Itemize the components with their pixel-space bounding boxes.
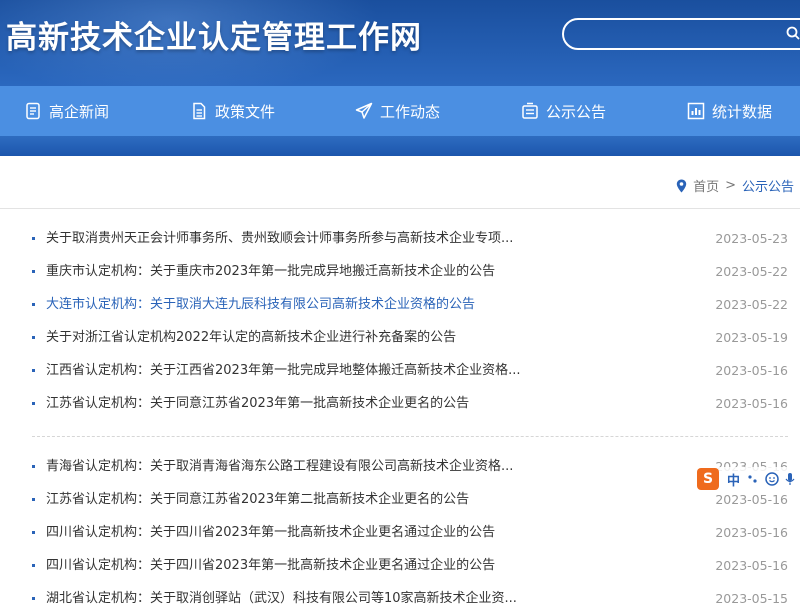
notice-date: 2023-05-22 [715,297,788,312]
notice-date: 2023-05-22 [715,264,788,279]
bullet [32,498,35,501]
notice-date: 2023-05-15 [715,591,788,606]
list-item[interactable]: 大连市认定机构：关于取消大连九辰科技有限公司高新技术企业资格的公告 2023-05… [32,288,788,321]
list-item[interactable]: 江苏省认定机构：关于同意江苏省2023年第二批高新技术企业更名的公告 2023-0… [32,483,788,516]
list-item[interactable]: 关于对浙江省认定机构2022年认定的高新技术企业进行补充备案的公告 2023-05… [32,321,788,354]
notice-date: 2023-05-16 [715,396,788,411]
notice-list-group-1: 关于取消贵州天正会计师事务所、贵州致顺会计师事务所参与高新技术企业专项... 20… [32,222,788,420]
notice-board-icon [522,102,538,119]
notice-date: 2023-05-23 [715,231,788,246]
site-header: 高新技术企业认定管理工作网 [0,0,800,86]
bullet [32,237,35,240]
notice-title[interactable]: 关于对浙江省认定机构2022年认定的高新技术企业进行补充备案的公告 [46,321,456,354]
file-list-icon [193,102,206,120]
notice-title[interactable]: 四川省认定机构：关于四川省2023年第一批高新技术企业更名通过企业的公告 [46,516,495,549]
notice-title[interactable]: 四川省认定机构：关于四川省2023年第一批高新技术企业更名通过企业的公告 [46,549,495,582]
bullet [32,270,35,273]
list-item[interactable]: 江苏省认定机构：关于同意江苏省2023年第一批高新技术企业更名的公告 2023-0… [32,387,788,420]
breadcrumb-separator: > [725,178,736,193]
notice-title[interactable]: 湖北省认定机构：关于取消创驿站（武汉）科技有限公司等10家高新技术企业资... [46,582,517,615]
notice-list-group-2: 青海省认定机构：关于取消青海省海东公路工程建设有限公司高新技术企业资格... 20… [32,450,788,615]
bar-chart-icon [687,102,705,120]
bullet [32,303,35,306]
emoji-icon[interactable] [765,472,779,486]
main-nav: 高企新闻 政策文件 工作动态 公示公告 统计数据 [0,86,800,136]
nav-item-work-updates[interactable]: 工作动态 [355,86,440,136]
notice-date: 2023-05-16 [715,558,788,573]
header-strip [0,136,800,156]
ime-mode-toggle[interactable]: 中 [727,470,740,489]
search-input[interactable] [578,24,782,46]
site-title[interactable]: 高新技术企业认定管理工作网 [6,12,422,57]
search-box[interactable] [562,18,800,50]
notice-title[interactable]: 江西省认定机构：关于江西省2023年第一批完成异地整体搬迁高新技术企业资格... [46,354,520,387]
breadcrumb-current[interactable]: 公示公告 [742,176,794,195]
ime-logo-icon[interactable]: S [697,468,719,490]
list-item[interactable]: 重庆市认定机构：关于重庆市2023年第一批完成异地搬迁高新技术企业的公告 2023… [32,255,788,288]
notice-title[interactable]: 青海省认定机构：关于取消青海省海东公路工程建设有限公司高新技术企业资格... [46,450,513,483]
notice-title[interactable]: 重庆市认定机构：关于重庆市2023年第一批完成异地搬迁高新技术企业的公告 [46,255,495,288]
notice-title[interactable]: 大连市认定机构：关于取消大连九辰科技有限公司高新技术企业资格的公告 [46,288,475,321]
notice-date: 2023-05-19 [715,330,788,345]
nav-label: 统计数据 [712,102,773,121]
nav-label: 政策文件 [215,102,276,121]
content-divider [0,208,800,209]
breadcrumb-home[interactable]: 首页 [693,176,719,195]
bullet [32,369,35,372]
notice-date: 2023-05-16 [715,363,788,378]
group-divider [32,436,788,437]
nav-label: 工作动态 [380,102,441,121]
bullet [32,336,35,339]
list-item[interactable]: 四川省认定机构：关于四川省2023年第一批高新技术企业更名通过企业的公告 2023… [32,516,788,549]
nav-item-policy[interactable]: 政策文件 [190,86,275,136]
nav-item-news[interactable]: 高企新闻 [24,86,109,136]
notice-title[interactable]: 江苏省认定机构：关于同意江苏省2023年第二批高新技术企业更名的公告 [46,483,469,516]
list-item[interactable]: 江西省认定机构：关于江西省2023年第一批完成异地整体搬迁高新技术企业资格...… [32,354,788,387]
list-item[interactable]: 关于取消贵州天正会计师事务所、贵州致顺会计师事务所参与高新技术企业专项... 20… [32,222,788,255]
paper-plane-icon [355,102,373,119]
notice-date: 2023-05-16 [715,525,788,540]
document-icon [26,102,40,120]
list-item[interactable]: 湖北省认定机构：关于取消创驿站（武汉）科技有限公司等10家高新技术企业资... 2… [32,582,788,615]
microphone-icon[interactable] [785,472,795,486]
notice-title[interactable]: 关于取消贵州天正会计师事务所、贵州致顺会计师事务所参与高新技术企业专项... [46,222,513,255]
bullet [32,564,35,567]
location-pin-icon [676,179,687,192]
bullet [32,465,35,468]
bullet [32,597,35,600]
nav-item-announcements[interactable]: 公示公告 [521,86,606,136]
bullet [32,402,35,405]
nav-label: 公示公告 [546,102,607,121]
search-icon[interactable] [786,26,800,40]
bullet [32,531,35,534]
punctuation-icon[interactable] [747,473,759,485]
notice-title[interactable]: 江苏省认定机构：关于同意江苏省2023年第一批高新技术企业更名的公告 [46,387,469,420]
nav-label: 高企新闻 [49,102,110,121]
ime-toolbar[interactable]: S 中 [697,467,800,491]
list-item[interactable]: 四川省认定机构：关于四川省2023年第一批高新技术企业更名通过企业的公告 2023… [32,549,788,582]
nav-item-statistics[interactable]: 统计数据 [687,86,772,136]
list-item[interactable]: 青海省认定机构：关于取消青海省海东公路工程建设有限公司高新技术企业资格...20… [32,450,788,483]
breadcrumb: 首页 > 公示公告 [676,176,794,195]
